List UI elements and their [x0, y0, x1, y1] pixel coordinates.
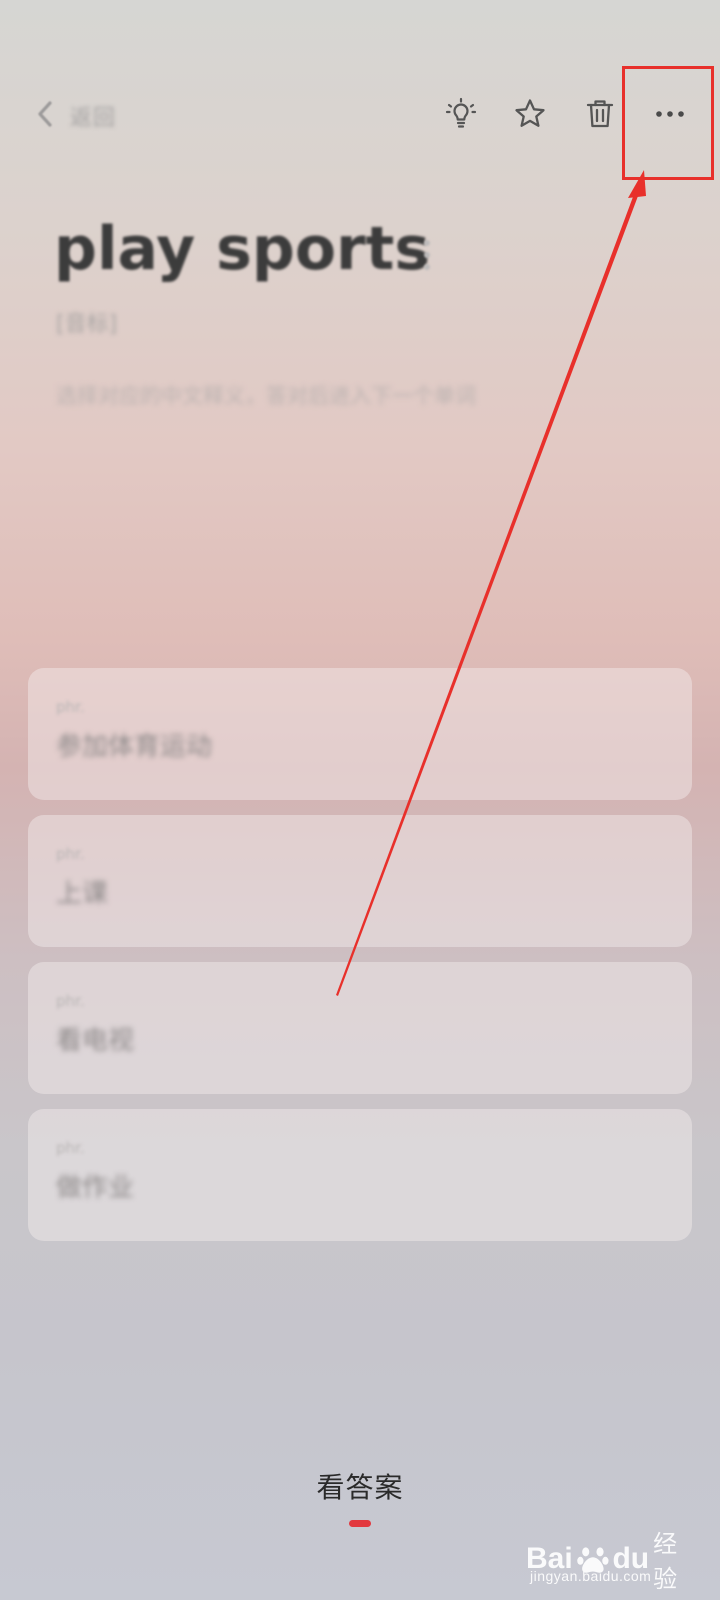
- star-icon: [513, 97, 547, 135]
- trash-icon: [583, 97, 617, 135]
- back-button[interactable]: 返回: [36, 96, 116, 136]
- option-meaning: 参加体育运动: [56, 732, 213, 762]
- word-menu-icon[interactable]: [424, 240, 432, 270]
- options-list: phr. 参加体育运动 phr. 上课 phr. 看电视 phr. 做作业: [28, 668, 692, 1256]
- back-label: 返回: [70, 106, 117, 131]
- word-title: play sports: [54, 214, 431, 284]
- lightbulb-icon: [444, 97, 478, 135]
- option-card[interactable]: phr. 做作业: [28, 1109, 692, 1241]
- annotation-highlight-box: [622, 66, 714, 180]
- watermark-url: jingyan.baidu.com: [530, 1568, 652, 1584]
- watermark-brand-cn: 经验: [653, 1530, 678, 1593]
- option-meaning: 看电视: [56, 1026, 135, 1056]
- top-bar: 返回: [0, 0, 720, 180]
- phonetic: [音标]: [56, 312, 118, 337]
- chevron-left-icon: [36, 99, 54, 133]
- favorite-button[interactable]: [506, 92, 554, 140]
- baidu-watermark: Bai du 经验 jingyan.baidu.com: [526, 1520, 696, 1593]
- show-answer-button[interactable]: 看答案: [300, 1466, 420, 1506]
- option-card[interactable]: phr. 参加体育运动: [28, 668, 692, 800]
- delete-button[interactable]: [576, 92, 624, 140]
- option-card[interactable]: phr. 上课: [28, 815, 692, 947]
- option-pos: phr.: [56, 1139, 85, 1157]
- option-pos: phr.: [56, 698, 85, 716]
- option-meaning: 上课: [56, 879, 109, 909]
- instruction-text: 选择对应的中文释义，答对后进入下一个单词: [56, 384, 476, 408]
- option-card[interactable]: phr. 看电视: [28, 962, 692, 1094]
- option-pos: phr.: [56, 845, 85, 863]
- option-pos: phr.: [56, 992, 85, 1010]
- option-meaning: 做作业: [56, 1173, 135, 1203]
- answer-indicator: [349, 1520, 371, 1527]
- hint-button[interactable]: [437, 92, 485, 140]
